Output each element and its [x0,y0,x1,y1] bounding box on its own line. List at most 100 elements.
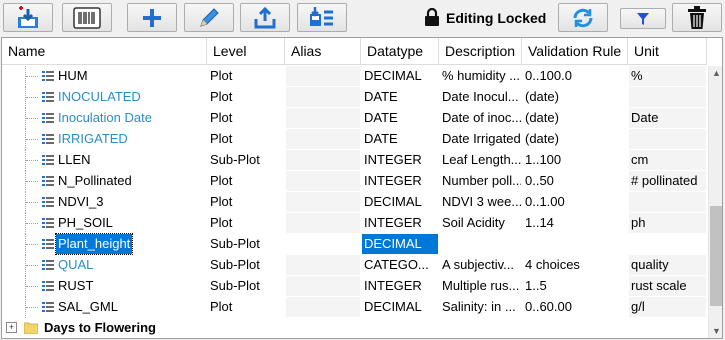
alias-cell[interactable] [286,297,360,317]
datatype-cell[interactable]: DATE [362,108,438,128]
variable-name[interactable]: NDVI_3 [56,192,106,212]
table-row[interactable]: SAL_GML Plot DECIMAL Salinity: in ... 0..60.… [2,297,707,318]
level-cell[interactable]: Plot [208,66,284,86]
table-row[interactable]: IRRIGATED Plot DATE Date Irrigated (date) [2,129,707,150]
table-row[interactable]: NDVI_3 Plot DECIMAL NDVI 3 wee... 0..1.00 [2,192,707,213]
alias-cell[interactable] [286,150,360,170]
level-cell[interactable]: Plot [208,87,284,107]
datatype-cell[interactable]: DECIMAL [362,297,438,317]
validation-rule-cell[interactable]: 1..5 [523,276,627,296]
vertical-scrollbar[interactable]: ▲ ▼ [708,66,722,338]
level-cell[interactable]: Plot [208,171,284,191]
description-cell[interactable]: Date Inocul... [440,87,521,107]
level-cell[interactable]: Sub-Plot [208,276,284,296]
alias-cell[interactable] [286,213,360,233]
table-row[interactable]: RUST Sub-Plot INTEGER Multiple rus... 1..5 ru… [2,276,707,297]
variable-name[interactable]: LLEN [56,150,93,170]
description-cell[interactable] [440,234,521,254]
datatype-cell[interactable]: DATE [362,129,438,149]
variable-name[interactable]: IRRIGATED [56,129,130,149]
variable-name[interactable]: INOCULATED [56,87,143,107]
validation-rule-cell[interactable]: 0..100.0 [523,66,627,86]
scroll-down-arrow[interactable]: ▼ [709,324,722,338]
level-cell[interactable]: Plot [208,213,284,233]
description-cell[interactable]: Number poll... [440,171,521,191]
datatype-cell[interactable]: DATE [362,87,438,107]
column-header-level[interactable]: Level [207,38,285,65]
variable-name[interactable]: PH_SOIL [56,213,115,233]
alias-cell[interactable] [286,255,360,275]
edit-button[interactable] [184,3,234,32]
datatype-cell[interactable]: INTEGER [362,150,438,170]
unit-cell[interactable]: g/l [629,297,706,317]
datatype-cell[interactable]: INTEGER [362,276,438,296]
column-header-validation-rule[interactable]: Validation Rule [522,38,628,65]
description-cell[interactable]: Salinity: in ... [440,297,521,317]
datatype-cell[interactable]: CATEGO... [362,255,438,275]
alias-cell[interactable] [286,171,360,191]
alias-cell[interactable] [286,276,360,296]
level-cell[interactable]: Plot [208,129,284,149]
description-cell[interactable]: % humidity ... [440,66,521,86]
table-row[interactable]: QUAL Sub-Plot CATEGO... A subjectiv... 4 cho… [2,255,707,276]
barcode-button[interactable] [62,3,112,32]
datatype-cell[interactable]: DECIMAL [362,192,438,212]
variable-name[interactable]: SAL_GML [56,297,120,317]
unit-cell[interactable]: quality [629,255,706,275]
variable-name[interactable]: Inoculation Date [56,108,154,128]
save-tree-button[interactable] [297,3,347,32]
description-cell[interactable]: Date of inoc... [440,108,521,128]
unit-cell[interactable]: Date [629,108,706,128]
level-cell[interactable]: Plot [208,108,284,128]
validation-rule-cell[interactable]: (date) [523,108,627,128]
alias-cell[interactable] [286,87,360,107]
level-cell[interactable]: Plot [208,297,284,317]
column-header-alias[interactable]: Alias [285,38,361,65]
unit-cell[interactable]: ph [629,213,706,233]
scroll-up-arrow[interactable]: ▲ [709,66,722,80]
table-row[interactable]: N_Pollinated Plot INTEGER Number poll... 0..… [2,171,707,192]
datatype-cell[interactable]: INTEGER [362,171,438,191]
datatype-cell[interactable]: DECIMAL [362,234,438,254]
unit-cell[interactable] [629,192,706,212]
description-cell[interactable]: Soil Acidity [440,213,521,233]
unit-cell[interactable]: # pollinated [629,171,706,191]
alias-cell[interactable] [286,108,360,128]
level-cell[interactable]: Sub-Plot [208,234,284,254]
alias-cell[interactable] [286,234,360,254]
description-cell[interactable]: Leaf Length... [440,150,521,170]
column-header-datatype[interactable]: Datatype [361,38,439,65]
import-button[interactable] [3,3,53,32]
alias-cell[interactable] [286,66,360,86]
validation-rule-cell[interactable]: 1..100 [523,150,627,170]
description-cell[interactable]: A subjectiv... [440,255,521,275]
variable-name[interactable]: HUM [56,66,90,86]
level-cell[interactable]: Sub-Plot [208,255,284,275]
level-cell[interactable]: Sub-Plot [208,150,284,170]
table-row[interactable]: HUM Plot DECIMAL% humidity ... 0..100.0% [2,66,707,87]
table-row[interactable]: LLEN Sub-Plot INTEGER Leaf Length... 1..100 c… [2,150,707,171]
description-cell[interactable]: NDVI 3 wee... [440,192,521,212]
unit-cell[interactable]: cm [629,150,706,170]
unit-cell[interactable]: rust scale [629,276,706,296]
delete-button[interactable] [672,3,722,32]
validation-rule-cell[interactable]: 1..14 [523,213,627,233]
alias-cell[interactable] [286,129,360,149]
expand-toggle[interactable]: + [6,322,17,333]
datatype-cell[interactable]: INTEGER [362,213,438,233]
validation-rule-cell[interactable] [523,234,627,254]
datatype-cell[interactable]: DECIMAL [362,66,438,86]
validation-rule-cell[interactable]: 0..50 [523,171,627,191]
variable-name[interactable]: RUST [56,276,95,296]
unit-cell[interactable] [629,87,706,107]
validation-rule-cell[interactable]: 0..1.00 [523,192,627,212]
table-row[interactable]: Plant_height Sub-Plot DECIMAL [2,233,707,255]
alias-cell[interactable] [286,192,360,212]
column-header-unit[interactable]: Unit [628,38,707,65]
folder-row-days-to-flowering[interactable]: + Days to Flowering [2,318,707,338]
column-header-description[interactable]: Description [439,38,522,65]
validation-rule-cell[interactable]: 0..60.00 [523,297,627,317]
add-button[interactable] [127,3,177,32]
level-cell[interactable]: Plot [208,192,284,212]
scrollbar-thumb[interactable] [710,206,722,306]
